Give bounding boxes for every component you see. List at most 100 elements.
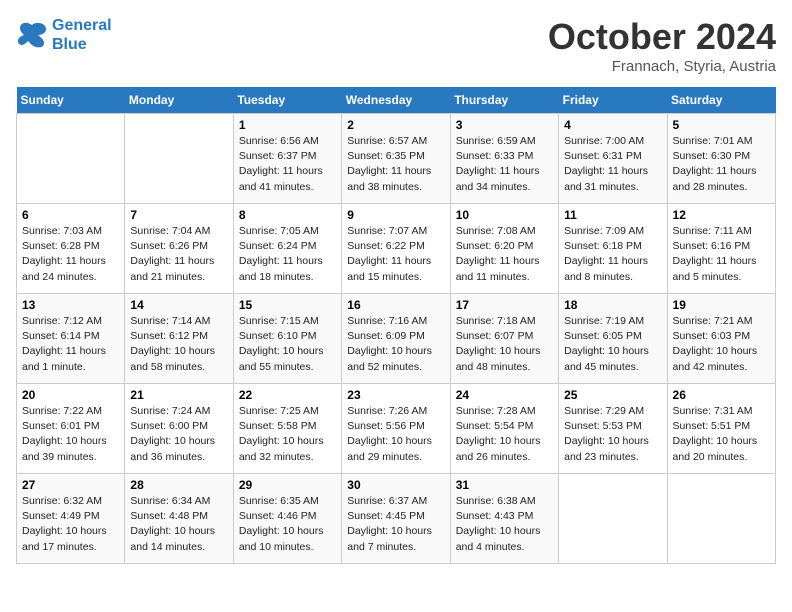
calendar-cell: 15 Sunrise: 7:15 AM Sunset: 6:10 PM Dayli… [233,294,341,384]
day-number: 30 [347,478,444,492]
day-info: Sunrise: 6:56 AM Sunset: 6:37 PM Dayligh… [239,134,336,195]
weekday-header: Tuesday [233,87,341,114]
calendar-cell [559,474,667,564]
day-number: 13 [22,298,119,312]
day-number: 4 [564,118,661,132]
day-info: Sunrise: 6:57 AM Sunset: 6:35 PM Dayligh… [347,134,444,195]
day-number: 24 [456,388,553,402]
calendar-cell: 23 Sunrise: 7:26 AM Sunset: 5:56 PM Dayli… [342,384,450,474]
day-number: 20 [22,388,119,402]
day-info: Sunrise: 6:34 AM Sunset: 4:48 PM Dayligh… [130,494,227,555]
calendar-cell: 14 Sunrise: 7:14 AM Sunset: 6:12 PM Dayli… [125,294,233,384]
calendar-cell: 13 Sunrise: 7:12 AM Sunset: 6:14 PM Dayli… [17,294,125,384]
calendar-cell: 6 Sunrise: 7:03 AM Sunset: 6:28 PM Daylig… [17,204,125,294]
day-info: Sunrise: 6:38 AM Sunset: 4:43 PM Dayligh… [456,494,553,555]
calendar-cell: 4 Sunrise: 7:00 AM Sunset: 6:31 PM Daylig… [559,114,667,204]
calendar-cell: 16 Sunrise: 7:16 AM Sunset: 6:09 PM Dayli… [342,294,450,384]
day-info: Sunrise: 7:29 AM Sunset: 5:53 PM Dayligh… [564,404,661,465]
calendar-cell: 26 Sunrise: 7:31 AM Sunset: 5:51 PM Dayli… [667,384,775,474]
weekday-header: Friday [559,87,667,114]
calendar-cell: 2 Sunrise: 6:57 AM Sunset: 6:35 PM Daylig… [342,114,450,204]
calendar-cell [17,114,125,204]
day-info: Sunrise: 7:08 AM Sunset: 6:20 PM Dayligh… [456,224,553,285]
day-info: Sunrise: 7:22 AM Sunset: 6:01 PM Dayligh… [22,404,119,465]
day-number: 18 [564,298,661,312]
day-number: 22 [239,388,336,402]
day-info: Sunrise: 7:01 AM Sunset: 6:30 PM Dayligh… [673,134,770,195]
calendar-table: SundayMondayTuesdayWednesdayThursdayFrid… [16,87,776,564]
calendar-cell: 22 Sunrise: 7:25 AM Sunset: 5:58 PM Dayli… [233,384,341,474]
day-number: 29 [239,478,336,492]
day-number: 16 [347,298,444,312]
day-number: 15 [239,298,336,312]
weekday-header: Wednesday [342,87,450,114]
day-info: Sunrise: 7:28 AM Sunset: 5:54 PM Dayligh… [456,404,553,465]
calendar-cell: 5 Sunrise: 7:01 AM Sunset: 6:30 PM Daylig… [667,114,775,204]
calendar-cell [125,114,233,204]
weekday-header-row: SundayMondayTuesdayWednesdayThursdayFrid… [17,87,776,114]
day-info: Sunrise: 7:19 AM Sunset: 6:05 PM Dayligh… [564,314,661,375]
calendar-cell: 24 Sunrise: 7:28 AM Sunset: 5:54 PM Dayli… [450,384,558,474]
day-number: 1 [239,118,336,132]
day-info: Sunrise: 7:24 AM Sunset: 6:00 PM Dayligh… [130,404,227,465]
day-info: Sunrise: 7:25 AM Sunset: 5:58 PM Dayligh… [239,404,336,465]
calendar-cell: 29Sunrise: 6:35 AM Sunset: 4:46 PM Dayli… [233,474,341,564]
day-info: Sunrise: 7:09 AM Sunset: 6:18 PM Dayligh… [564,224,661,285]
day-number: 21 [130,388,227,402]
logo-icon [16,21,48,49]
calendar-week-row: 27Sunrise: 6:32 AM Sunset: 4:49 PM Dayli… [17,474,776,564]
weekday-header: Sunday [17,87,125,114]
calendar-cell: 28 Sunrise: 6:34 AM Sunset: 4:48 PM Dayli… [125,474,233,564]
day-number: 2 [347,118,444,132]
day-info: Sunrise: 7:12 AM Sunset: 6:14 PM Dayligh… [22,314,119,375]
calendar-cell: 27Sunrise: 6:32 AM Sunset: 4:49 PM Dayli… [17,474,125,564]
calendar-week-row: 20 Sunrise: 7:22 AM Sunset: 6:01 PM Dayli… [17,384,776,474]
day-number: 17 [456,298,553,312]
day-number: 6 [22,208,119,222]
day-info: Sunrise: 7:16 AM Sunset: 6:09 PM Dayligh… [347,314,444,375]
logo-text: General Blue [52,16,112,54]
title-block: October 2024 Frannach, Styria, Austria [548,16,776,75]
calendar-cell: 11Sunrise: 7:09 AM Sunset: 6:18 PM Dayli… [559,204,667,294]
day-info: Sunrise: 7:05 AM Sunset: 6:24 PM Dayligh… [239,224,336,285]
calendar-cell: 18 Sunrise: 7:19 AM Sunset: 6:05 PM Dayli… [559,294,667,384]
calendar-cell: 25 Sunrise: 7:29 AM Sunset: 5:53 PM Dayli… [559,384,667,474]
day-info: Sunrise: 7:11 AM Sunset: 6:16 PM Dayligh… [673,224,770,285]
calendar-cell: 30 Sunrise: 6:37 AM Sunset: 4:45 PM Dayli… [342,474,450,564]
page-header: General Blue October 2024 Frannach, Styr… [16,16,776,75]
day-number: 5 [673,118,770,132]
day-number: 12 [673,208,770,222]
location: Frannach, Styria, Austria [548,58,776,75]
day-info: Sunrise: 7:15 AM Sunset: 6:10 PM Dayligh… [239,314,336,375]
calendar-cell: 3Sunrise: 6:59 AM Sunset: 6:33 PM Daylig… [450,114,558,204]
day-number: 31 [456,478,553,492]
day-number: 3 [456,118,553,132]
day-number: 25 [564,388,661,402]
calendar-cell: 31 Sunrise: 6:38 AM Sunset: 4:43 PM Dayli… [450,474,558,564]
month-title: October 2024 [548,16,776,58]
day-info: Sunrise: 7:03 AM Sunset: 6:28 PM Dayligh… [22,224,119,285]
calendar-cell: 20 Sunrise: 7:22 AM Sunset: 6:01 PM Dayli… [17,384,125,474]
day-info: Sunrise: 7:04 AM Sunset: 6:26 PM Dayligh… [130,224,227,285]
calendar-cell: 9Sunrise: 7:07 AM Sunset: 6:22 PM Daylig… [342,204,450,294]
calendar-cell: 10Sunrise: 7:08 AM Sunset: 6:20 PM Dayli… [450,204,558,294]
day-info: Sunrise: 7:31 AM Sunset: 5:51 PM Dayligh… [673,404,770,465]
calendar-week-row: 6 Sunrise: 7:03 AM Sunset: 6:28 PM Daylig… [17,204,776,294]
calendar-cell: 17 Sunrise: 7:18 AM Sunset: 6:07 PM Dayli… [450,294,558,384]
day-info: Sunrise: 6:37 AM Sunset: 4:45 PM Dayligh… [347,494,444,555]
day-number: 26 [673,388,770,402]
calendar-cell: 21 Sunrise: 7:24 AM Sunset: 6:00 PM Dayli… [125,384,233,474]
day-number: 7 [130,208,227,222]
day-number: 9 [347,208,444,222]
calendar-week-row: 13 Sunrise: 7:12 AM Sunset: 6:14 PM Dayli… [17,294,776,384]
day-info: Sunrise: 7:14 AM Sunset: 6:12 PM Dayligh… [130,314,227,375]
logo: General Blue [16,16,112,54]
day-number: 23 [347,388,444,402]
day-number: 8 [239,208,336,222]
day-info: Sunrise: 7:26 AM Sunset: 5:56 PM Dayligh… [347,404,444,465]
day-info: Sunrise: 6:32 AM Sunset: 4:49 PM Dayligh… [22,494,119,555]
day-info: Sunrise: 7:18 AM Sunset: 6:07 PM Dayligh… [456,314,553,375]
day-number: 28 [130,478,227,492]
day-info: Sunrise: 7:00 AM Sunset: 6:31 PM Dayligh… [564,134,661,195]
day-number: 14 [130,298,227,312]
